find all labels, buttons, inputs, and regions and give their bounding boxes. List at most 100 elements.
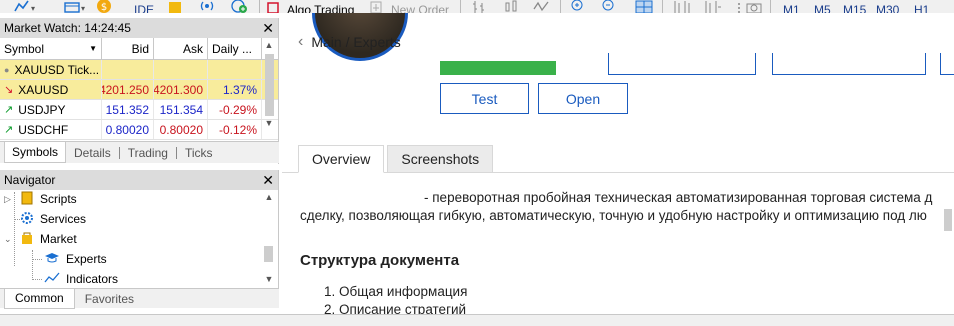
scroll-chart-icon[interactable] <box>673 0 691 13</box>
toc-item[interactable]: 1. Общая информация <box>324 283 467 301</box>
bid-value: 151.352 <box>102 100 154 119</box>
column-daily-label: Daily ... <box>212 41 253 56</box>
market-watch-scrollbar[interactable]: ▲ ▼ <box>263 40 275 140</box>
line-chart-icon[interactable] <box>14 0 30 13</box>
test-button[interactable]: Test <box>440 83 529 114</box>
more-icon[interactable] <box>733 0 745 13</box>
table-row[interactable]: ↗ USDJPY 151.352 151.354 -0.29% <box>0 100 278 120</box>
tree-item-scripts[interactable]: ▷ Scripts <box>4 189 77 209</box>
scrollbar-thumb[interactable] <box>264 54 274 116</box>
tree-item-label: Indicators <box>66 272 119 286</box>
new-order-label: New Order <box>391 3 450 13</box>
new-order-button[interactable]: New Order <box>369 0 449 13</box>
tile-windows-icon[interactable] <box>635 0 653 13</box>
content-tabs: Overview Screenshots <box>298 145 494 173</box>
navigator-tabs: Common Favorites <box>0 288 279 309</box>
open-button[interactable]: Open <box>538 83 628 114</box>
toc-item[interactable]: 2. Описание стратегий <box>324 301 467 314</box>
scrollbar-thumb[interactable] <box>264 246 273 262</box>
ask-value: 0.80020 <box>154 120 208 139</box>
description-line: - переворотная пробойная техническая авт… <box>424 190 933 205</box>
tree-item-experts[interactable]: Experts <box>44 249 107 269</box>
market-bag-icon[interactable] <box>168 0 182 13</box>
gear-icon <box>20 211 34 228</box>
content-scrollbar-thumb[interactable] <box>944 209 952 231</box>
table-row[interactable]: ● XAUUSD Tick... <box>0 60 278 80</box>
tree-item-services[interactable]: Services <box>4 209 86 229</box>
timeframe-m15[interactable]: M15 <box>843 0 866 13</box>
tree-item-market[interactable]: ⌄ Market <box>4 229 77 249</box>
screenshot-icon[interactable] <box>746 0 762 13</box>
signal-icon[interactable] <box>199 0 215 13</box>
market-product-page: ‹ Main / Experts Test Open Overview Scre… <box>282 13 954 314</box>
column-daily[interactable]: Daily ... <box>208 38 262 59</box>
bar-chart-icon[interactable] <box>472 0 486 13</box>
chart-type-icon[interactable] <box>64 0 80 13</box>
document-structure-heading: Структура документа <box>300 252 460 269</box>
arrow-up-icon: ↗ <box>4 104 14 116</box>
tab-screenshots-label: Screenshots <box>401 151 480 167</box>
tab-screenshots[interactable]: Screenshots <box>387 145 494 173</box>
timeframe-h1[interactable]: H1 <box>914 0 929 13</box>
chevron-left-icon[interactable]: ‹ <box>298 33 303 51</box>
navigator-panel: Navigator ✕ ▷ Scripts Services ⌄ Market … <box>0 170 279 309</box>
graduation-cap-icon <box>44 251 60 268</box>
product-description: - переворотная пробойная техническая авт… <box>300 189 954 225</box>
tab-overview[interactable]: Overview <box>298 145 385 173</box>
tab-details[interactable]: Details <box>66 146 120 159</box>
timeframe-label: M15 <box>843 3 867 13</box>
tab-favorites[interactable]: Favorites <box>75 292 144 306</box>
close-icon[interactable]: ✕ <box>262 21 274 35</box>
column-ask[interactable]: Ask <box>154 38 208 59</box>
candlestick-icon[interactable] <box>503 0 519 13</box>
navigator-title: Navigator <box>4 173 56 187</box>
column-symbol[interactable]: Symbol ▼ <box>0 38 102 59</box>
timeframe-m5[interactable]: M5 <box>814 0 831 13</box>
close-icon[interactable]: ✕ <box>262 173 274 187</box>
market-watch-title: Market Watch: 14:24:45 <box>4 21 131 35</box>
chevron-right-icon[interactable]: ▷ <box>4 194 14 205</box>
tab-ticks[interactable]: Ticks <box>177 147 221 159</box>
table-of-contents: 1. Общая информация 2. Описание стратеги… <box>324 283 467 314</box>
tree-item-label: Experts <box>66 252 107 266</box>
breadcrumb-text[interactable]: Main / Experts <box>311 34 400 50</box>
new-order-icon <box>370 1 382 13</box>
line-icon[interactable] <box>533 0 549 13</box>
dollar-icon[interactable]: $ <box>96 0 112 13</box>
scroll-up-icon[interactable]: ▲ <box>263 192 275 202</box>
zoom-in-icon[interactable] <box>570 0 586 13</box>
tab-symbols[interactable]: Symbols <box>4 142 67 163</box>
scroll-down-icon[interactable]: ▼ <box>263 274 275 284</box>
column-bid[interactable]: Bid <box>102 38 154 59</box>
ide-label: IDE <box>134 3 155 13</box>
chevron-down-icon[interactable]: ▾ <box>81 2 85 13</box>
scroll-up-icon[interactable]: ▲ <box>263 40 275 52</box>
symbol-name: XAUUSD <box>18 82 69 97</box>
bid-value: 0.80020 <box>102 120 154 139</box>
buy-bar[interactable] <box>440 61 556 75</box>
tab-common[interactable]: Common <box>4 288 75 309</box>
add-chart-icon[interactable] <box>229 0 247 13</box>
market-watch-panel: Market Watch: 14:24:45 ✕ Symbol ▼ Bid As… <box>0 18 279 164</box>
algo-trading-button[interactable]: Algo Trading <box>267 0 354 13</box>
algo-stop-icon <box>267 2 279 13</box>
timeframe-m1[interactable]: M1 <box>783 0 800 13</box>
table-row[interactable]: ↗ USDCHF 0.80020 0.80020 -0.12% <box>0 120 278 140</box>
tree-item-indicators[interactable]: Indicators <box>44 269 118 289</box>
ide-button[interactable]: IDE <box>134 0 154 13</box>
scroll-down-icon[interactable]: ▼ <box>263 118 275 130</box>
chevron-down-icon[interactable]: ▾ <box>31 2 35 13</box>
tab-trading[interactable]: Trading <box>120 146 177 159</box>
main-toolbar: ▾ ▾ $ IDE Algo Trading New Order M1 M5 M… <box>0 0 954 13</box>
chart-shift-icon[interactable] <box>704 0 722 13</box>
timeframe-label: M5 <box>814 3 831 13</box>
sort-down-icon: ▼ <box>89 44 97 53</box>
daily-change: -0.29% <box>208 100 262 119</box>
svg-text:$: $ <box>101 2 107 13</box>
zoom-out-icon[interactable] <box>601 0 617 13</box>
table-row[interactable]: ↘ XAUUSD 4201.250 4201.300 1.37% <box>0 80 278 100</box>
timeframe-m30[interactable]: M30 <box>876 0 899 13</box>
navigator-scrollbar[interactable]: ▲ ▼ <box>263 192 275 284</box>
timeframe-label: M30 <box>876 3 900 13</box>
chevron-down-icon[interactable]: ⌄ <box>4 234 14 245</box>
